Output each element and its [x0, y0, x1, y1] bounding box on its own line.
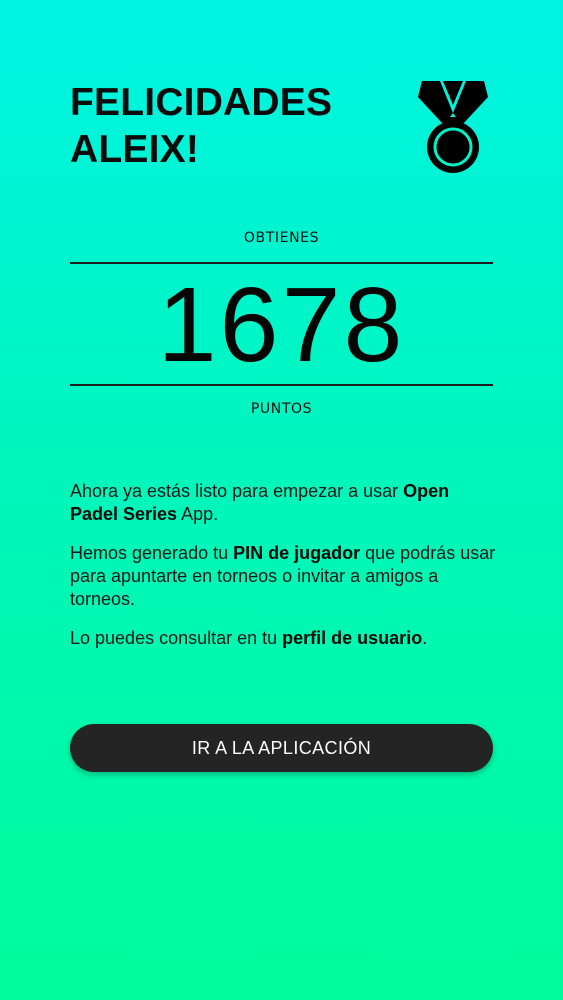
page-title: FELICIDADES ALEIX! [70, 79, 370, 173]
top-divider [70, 262, 493, 264]
obtienes-label: OBTIENES [243, 230, 320, 246]
message-block: Ahora ya estás listo para empezar a usar… [70, 480, 500, 666]
puntos-label: PUNTOS [250, 401, 313, 417]
title-line-2: ALEIX! [70, 128, 200, 171]
congrats-screen: FELICIDADES ALEIX! OBTIENES 1678 PUNTOS … [0, 0, 563, 1000]
medal-icon [412, 75, 494, 175]
points-value: 1678 [157, 266, 406, 384]
go-to-app-button[interactable]: IR A LA APLICACIÓN [70, 724, 493, 772]
title-line-1: FELICIDADES [70, 81, 333, 124]
message-paragraph-1: Ahora ya estás listo para empezar a usar… [70, 481, 450, 524]
bottom-divider [70, 384, 493, 386]
message-paragraph-3: Lo puedes consultar en tu perfil de usua… [70, 628, 428, 648]
message-paragraph-2: Hemos generado tu PIN de jugador que pod… [70, 543, 496, 609]
